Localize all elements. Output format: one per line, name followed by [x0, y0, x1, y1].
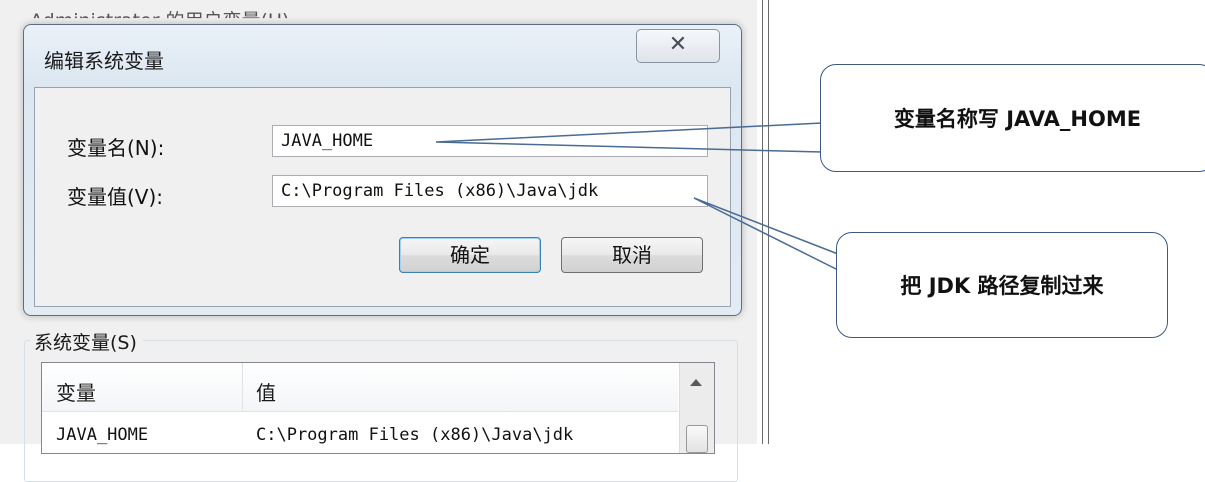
- close-button[interactable]: ✕: [636, 29, 720, 63]
- system-vars-table[interactable]: 变量 值 JAVA_HOME C:\Program Files (x86)\Ja…: [41, 362, 715, 454]
- row-variable-name: JAVA_HOME: [56, 425, 149, 445]
- variable-name-input[interactable]: JAVA_HOME: [272, 125, 708, 157]
- cancel-button[interactable]: 取消: [561, 237, 703, 273]
- variable-name-annotation-text: 变量名称写 JAVA_HOME: [893, 107, 1142, 131]
- variable-value-label: 变量值(V):: [67, 185, 164, 209]
- variable-value-annotation-text: 把 JDK 路径复制过来: [900, 274, 1104, 298]
- scroll-thumb[interactable]: [686, 425, 708, 453]
- dialog-title: 编辑系统变量: [44, 49, 164, 73]
- variable-name-annotation: 变量名称写 JAVA_HOME: [820, 64, 1205, 172]
- variable-value-annotation: 把 JDK 路径复制过来: [836, 232, 1168, 338]
- column-divider[interactable]: [242, 363, 243, 411]
- dialog-body: 变量名(N): JAVA_HOME 变量值(V): C:\Program Fil…: [34, 87, 731, 307]
- close-icon: ✕: [668, 32, 688, 57]
- ok-button[interactable]: 确定: [399, 237, 541, 273]
- variable-value-input[interactable]: C:\Program Files (x86)\Java\jdk: [272, 175, 708, 207]
- table-row[interactable]: JAVA_HOME C:\Program Files (x86)\Java\jd…: [42, 413, 678, 445]
- variable-name-label: 变量名(N):: [67, 136, 165, 160]
- table-scrollbar[interactable]: [679, 363, 714, 453]
- edit-system-variable-dialog: 编辑系统变量 ✕ 变量名(N): JAVA_HOME 变量值(V): C:\Pr…: [23, 24, 742, 316]
- table-header: 变量 值: [42, 363, 678, 412]
- row-variable-value: C:\Program Files (x86)\Java\jdk: [256, 425, 574, 445]
- scroll-up-arrow-icon[interactable]: [690, 379, 702, 386]
- column-header-variable[interactable]: 变量: [56, 377, 96, 406]
- column-header-value[interactable]: 值: [256, 377, 276, 406]
- system-vars-group-label: 系统变量(S): [30, 328, 143, 355]
- window-right-border: [757, 0, 773, 444]
